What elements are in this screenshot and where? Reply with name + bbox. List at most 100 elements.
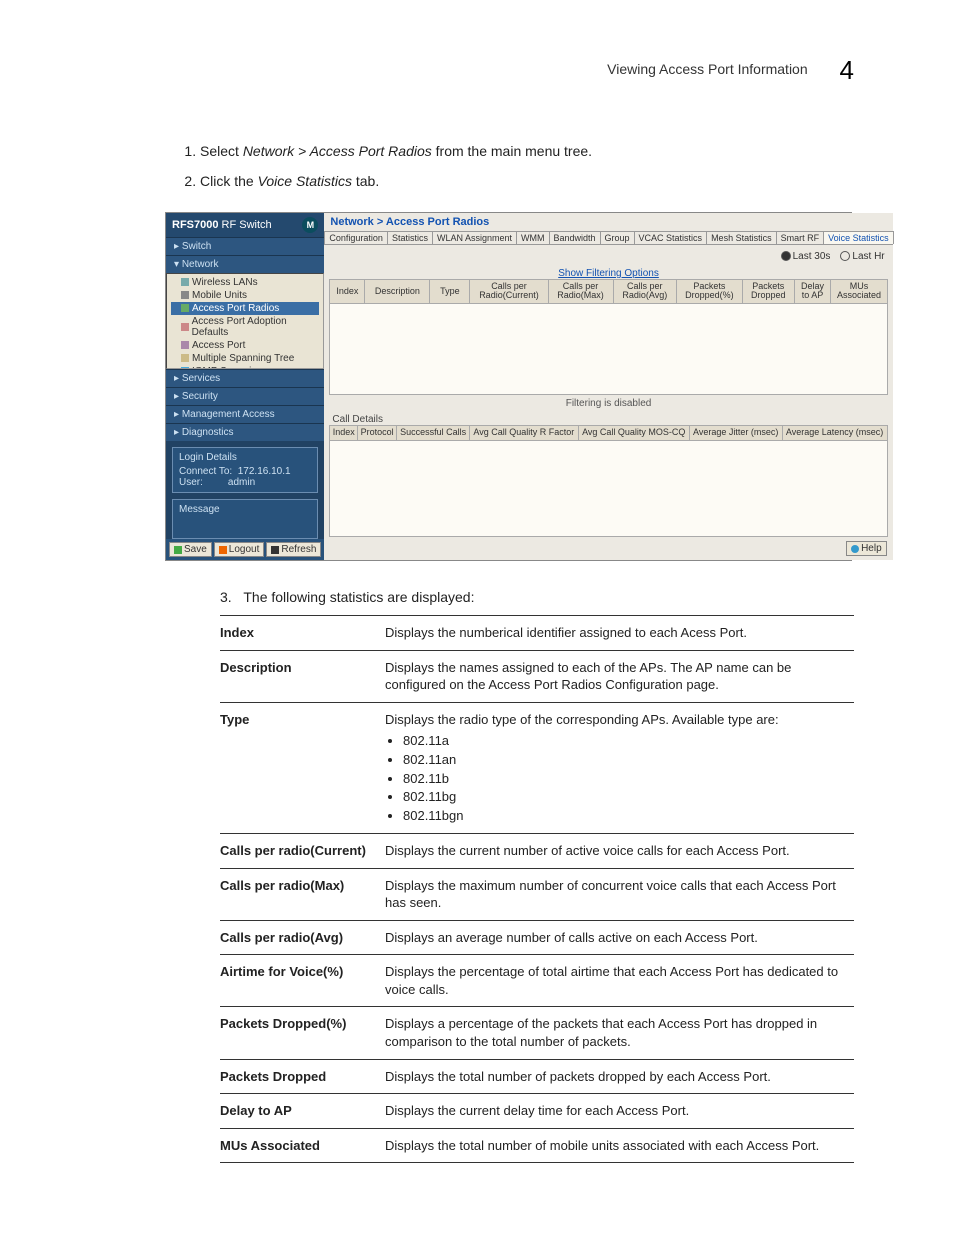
row-pdp-k: Packets Dropped(%) bbox=[220, 1007, 385, 1059]
logout-icon bbox=[219, 546, 227, 554]
col2-rfactor[interactable]: Avg Call Quality R Factor bbox=[470, 426, 579, 441]
help-button[interactable]: Help bbox=[846, 541, 887, 556]
brand-bar: RFS7000 RF Switch M bbox=[166, 213, 324, 237]
connect-label: Connect To: bbox=[179, 466, 232, 477]
mobile-icon bbox=[181, 291, 189, 299]
login-details: Login Details Connect To: 172.16.10.1 Us… bbox=[172, 447, 318, 493]
menu-network[interactable]: ▾ Network bbox=[166, 255, 324, 273]
row-cpra-k: Calls per radio(Avg) bbox=[220, 920, 385, 955]
col2-protocol[interactable]: Protocol bbox=[358, 426, 397, 441]
tree-i1-label: Mobile Units bbox=[192, 290, 247, 301]
col2-success[interactable]: Successful Calls bbox=[397, 426, 470, 441]
radio-last-30s[interactable]: Last 30s bbox=[781, 251, 831, 262]
row-description-v: Displays the names assigned to each of t… bbox=[385, 650, 854, 702]
radio-icon bbox=[181, 304, 189, 312]
row-mu-v: Displays the total number of mobile unit… bbox=[385, 1128, 854, 1163]
nav-tree[interactable]: Wireless LANs Mobile Units Access Port R… bbox=[166, 273, 324, 369]
row-pdp-v: Displays a percentage of the packets tha… bbox=[385, 1007, 854, 1059]
menu-switch-label: Switch bbox=[182, 241, 211, 252]
span-icon bbox=[181, 354, 189, 362]
menu-services[interactable]: ▸ Services bbox=[166, 369, 324, 387]
step-2-italic: Voice Statistics bbox=[258, 173, 352, 189]
step-1-post: from the main menu tree. bbox=[432, 143, 592, 159]
tree-adoption-defaults[interactable]: Access Port Adoption Defaults bbox=[171, 315, 319, 339]
tree-i0-label: Wireless LANs bbox=[192, 277, 258, 288]
menu-mgmt-label: Management Access bbox=[182, 409, 275, 420]
step-2-post: tab. bbox=[352, 173, 379, 189]
brand-model: RFS7000 bbox=[172, 219, 218, 231]
tab-statistics[interactable]: Statistics bbox=[387, 231, 433, 244]
row-description-k: Description bbox=[220, 650, 385, 702]
tab-group[interactable]: Group bbox=[600, 231, 635, 244]
type-item: 802.11b bbox=[403, 770, 844, 788]
col-cpr-max[interactable]: Calls per Radio(Max) bbox=[548, 279, 613, 304]
wlan-icon bbox=[181, 278, 189, 286]
col-cpr-current[interactable]: Calls per Radio(Current) bbox=[470, 279, 548, 304]
content-panel: Network > Access Port Radios Configurati… bbox=[324, 213, 892, 561]
col2-latency[interactable]: Average Latency (msec) bbox=[782, 426, 887, 441]
row-delay-v: Displays the current delay time for each… bbox=[385, 1094, 854, 1129]
row-type-v: Displays the radio type of the correspon… bbox=[385, 702, 854, 833]
refresh-button[interactable]: Refresh bbox=[266, 542, 321, 557]
menu-switch[interactable]: ▸ Switch bbox=[166, 237, 324, 255]
step-2: Click the Voice Statistics tab. bbox=[200, 171, 854, 191]
tab-bandwidth[interactable]: Bandwidth bbox=[549, 231, 601, 244]
step-2-pre: Click the bbox=[200, 173, 258, 189]
type-item: 802.11an bbox=[403, 751, 844, 769]
row-cprc-v: Displays the current number of active vo… bbox=[385, 834, 854, 869]
tree-mobile-units[interactable]: Mobile Units bbox=[171, 289, 319, 302]
logout-button[interactable]: Logout bbox=[214, 542, 265, 557]
tree-access-port[interactable]: Access Port bbox=[171, 339, 319, 352]
tab-configuration[interactable]: Configuration bbox=[324, 231, 388, 244]
save-button[interactable]: Save bbox=[169, 542, 212, 557]
call-details-label: Call Details bbox=[324, 414, 892, 425]
step-3: 3. The following statistics are displaye… bbox=[220, 589, 854, 605]
menu-diagnostics[interactable]: ▸ Diagnostics bbox=[166, 423, 324, 441]
stats-grid-body bbox=[329, 304, 887, 395]
row-air-v: Displays the percentage of total airtime… bbox=[385, 955, 854, 1007]
refresh-label: Refresh bbox=[281, 544, 316, 555]
tree-wireless-lans[interactable]: Wireless LANs bbox=[171, 276, 319, 289]
radio-last-hr[interactable]: Last Hr bbox=[840, 251, 884, 262]
header-title: Viewing Access Port Information bbox=[607, 61, 808, 77]
tab-smart-rf[interactable]: Smart RF bbox=[776, 231, 825, 244]
col-index[interactable]: Index bbox=[330, 279, 365, 304]
save-label: Save bbox=[184, 544, 207, 555]
time-range-radios: Last 30s Last Hr bbox=[781, 251, 885, 262]
help-label: Help bbox=[861, 543, 882, 554]
tab-voice-statistics[interactable]: Voice Statistics bbox=[823, 231, 894, 244]
message-box: Message bbox=[172, 499, 318, 540]
tab-wlan-assignment[interactable]: WLAN Assignment bbox=[432, 231, 517, 244]
row-cprm-k: Calls per radio(Max) bbox=[220, 868, 385, 920]
col2-mos[interactable]: Avg Call Quality MOS-CQ bbox=[578, 426, 689, 441]
description-table: IndexDisplays the numberical identifier … bbox=[220, 615, 854, 1163]
col2-jitter[interactable]: Average Jitter (msec) bbox=[689, 426, 782, 441]
col-description[interactable]: Description bbox=[365, 279, 430, 304]
menu-management[interactable]: ▸ Management Access bbox=[166, 405, 324, 423]
stats-grid-header: Index Description Type Calls per Radio(C… bbox=[329, 279, 887, 305]
col-pkts-dropped-pct[interactable]: Packets Dropped(%) bbox=[677, 279, 743, 304]
col-type[interactable]: Type bbox=[430, 279, 470, 304]
menu-security-label: Security bbox=[182, 391, 218, 402]
tab-wmm[interactable]: WMM bbox=[516, 231, 550, 244]
row-air-k: Airtime for Voice(%) bbox=[220, 955, 385, 1007]
col-cpr-avg[interactable]: Calls per Radio(Avg) bbox=[613, 279, 676, 304]
tree-spanning-tree[interactable]: Multiple Spanning Tree bbox=[171, 352, 319, 365]
refresh-icon bbox=[271, 546, 279, 554]
tab-bar: Configuration Statistics WLAN Assignment… bbox=[324, 231, 892, 245]
col-delay[interactable]: Delay to AP bbox=[794, 279, 831, 304]
show-filtering-link[interactable]: Show Filtering Options bbox=[558, 268, 659, 279]
type-list: 802.11a 802.11an 802.11b 802.11bg 802.11… bbox=[403, 732, 844, 824]
tree-access-port-radios[interactable]: Access Port Radios bbox=[171, 302, 319, 315]
menu-security[interactable]: ▸ Security bbox=[166, 387, 324, 405]
chapter-number: 4 bbox=[840, 55, 854, 85]
step-1: Select Network > Access Port Radios from… bbox=[200, 141, 854, 161]
menu-services-label: Services bbox=[182, 373, 220, 384]
tab-mesh-statistics[interactable]: Mesh Statistics bbox=[706, 231, 777, 244]
tab-vcac-statistics[interactable]: VCAC Statistics bbox=[634, 231, 708, 244]
menu-network-label: Network bbox=[182, 259, 219, 270]
col-mus[interactable]: MUs Associated bbox=[831, 279, 887, 304]
col2-index[interactable]: Index bbox=[330, 426, 358, 441]
col-pkts-dropped[interactable]: Packets Dropped bbox=[742, 279, 794, 304]
menu-diag-label: Diagnostics bbox=[182, 427, 234, 438]
